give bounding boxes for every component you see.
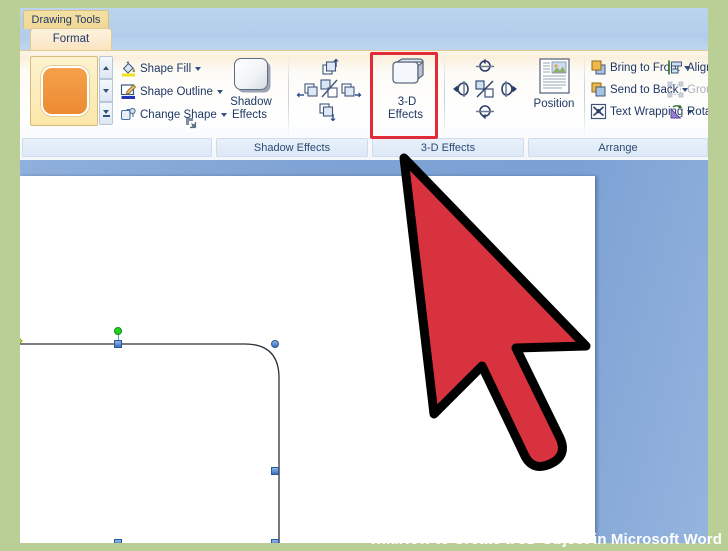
group-inner-divider (288, 56, 289, 136)
ribbon: Shape Fill Shape Outline Change Shape Sh… (20, 50, 708, 160)
shape-styles-gallery[interactable] (30, 56, 98, 126)
shape-fill-label: Shape Fill (140, 62, 192, 75)
tilt-left-button[interactable] (452, 79, 474, 104)
rotate-icon (667, 103, 684, 120)
shadow-effects-label-line1: Shadow (230, 96, 272, 108)
rotate-handle[interactable] (114, 327, 122, 335)
shape-outline-label: Shape Outline (140, 85, 213, 98)
bottom-right-handle[interactable] (271, 539, 279, 543)
shadow-effects-label-line2: Effects (232, 108, 267, 121)
wikihow-watermark: wikiHow to Create a 3D Object in Microso… (370, 531, 722, 548)
shadow-preview-icon (234, 58, 268, 90)
shape-fill-button[interactable]: Shape Fill (120, 58, 202, 79)
gallery-scroll-down-button[interactable] (99, 79, 113, 102)
ribbon-group-arrange: Position Bring to Front Send to Back Tex… (528, 52, 708, 158)
ribbon-group-shape-styles: Shape Fill Shape Outline Change Shape (22, 52, 227, 158)
highlight-rectangle-3d-effects (370, 52, 438, 139)
watermark-how: How (398, 531, 431, 548)
shape-style-swatch-orange[interactable] (41, 66, 89, 116)
top-right-handle[interactable] (271, 340, 279, 348)
group-button[interactable]: Group (667, 79, 708, 100)
group-icon (667, 81, 684, 98)
align-button[interactable]: Align (667, 57, 708, 78)
chevron-up-icon (103, 65, 109, 70)
contextual-tab-drawing-tools: Drawing Tools (23, 10, 109, 29)
shape-outline-button[interactable]: Shape Outline (120, 81, 223, 102)
shadow-on-off-button[interactable] (319, 78, 341, 105)
pencil-outline-icon (120, 83, 137, 100)
align-icon (667, 59, 684, 76)
gallery-scroll-buttons (99, 56, 113, 126)
bottom-middle-handle[interactable] (114, 539, 122, 543)
group-inner-divider (444, 56, 445, 136)
shape-styles-dialog-launcher[interactable] (184, 116, 197, 129)
align-label: Align (687, 61, 708, 74)
3d-on-off-button[interactable] (474, 79, 496, 104)
screenshot-root: Drawing Tools Format Shape Fill Shape Ou… (0, 0, 728, 551)
nudge-shadow-left-button[interactable] (296, 80, 318, 105)
gallery-more-button[interactable] (99, 102, 113, 125)
top-middle-handle[interactable] (114, 340, 122, 348)
nudge-shadow-down-button[interactable] (317, 102, 339, 129)
chevron-down-icon (195, 66, 202, 71)
rotate-label: Rotate (687, 105, 708, 118)
bring-to-front-icon (590, 59, 607, 76)
change-shape-button[interactable]: Change Shape (120, 104, 227, 125)
gallery-scroll-up-button[interactable] (99, 56, 113, 79)
tilt-3d-cluster (452, 58, 518, 124)
nudge-shadow-right-button[interactable] (340, 80, 362, 105)
position-icon (539, 58, 570, 98)
more-bar-icon (102, 115, 110, 117)
paint-bucket-icon (120, 60, 137, 77)
tab-format[interactable]: Format (30, 28, 112, 50)
group-label: Group (687, 83, 708, 96)
change-shape-label: Change Shape (140, 108, 217, 121)
red-arrow-pointer (372, 150, 612, 505)
right-middle-handle[interactable] (271, 467, 279, 475)
tilt-right-button[interactable] (496, 79, 518, 104)
change-shape-icon (120, 106, 137, 123)
watermark-wiki: wiki (370, 531, 399, 548)
tilt-down-button[interactable] (474, 102, 496, 127)
nudge-shadow-cluster (296, 58, 362, 124)
position-label: Position (533, 98, 575, 110)
ribbon-group-label-shape-styles (22, 138, 212, 157)
group-inner-divider (584, 56, 585, 136)
chevron-down-icon (103, 110, 109, 115)
text-wrapping-icon (590, 103, 607, 120)
ribbon-group-label-shadow-effects: Shadow Effects (216, 138, 368, 157)
rotate-button[interactable]: Rotate (667, 101, 708, 122)
chevron-down-icon (103, 88, 109, 93)
send-to-back-icon (590, 81, 607, 98)
watermark-title: to Create a 3D Object in Microsoft Word (430, 531, 722, 548)
ribbon-group-shadow-effects: Shadow Effects Shadow Effects (216, 52, 368, 158)
